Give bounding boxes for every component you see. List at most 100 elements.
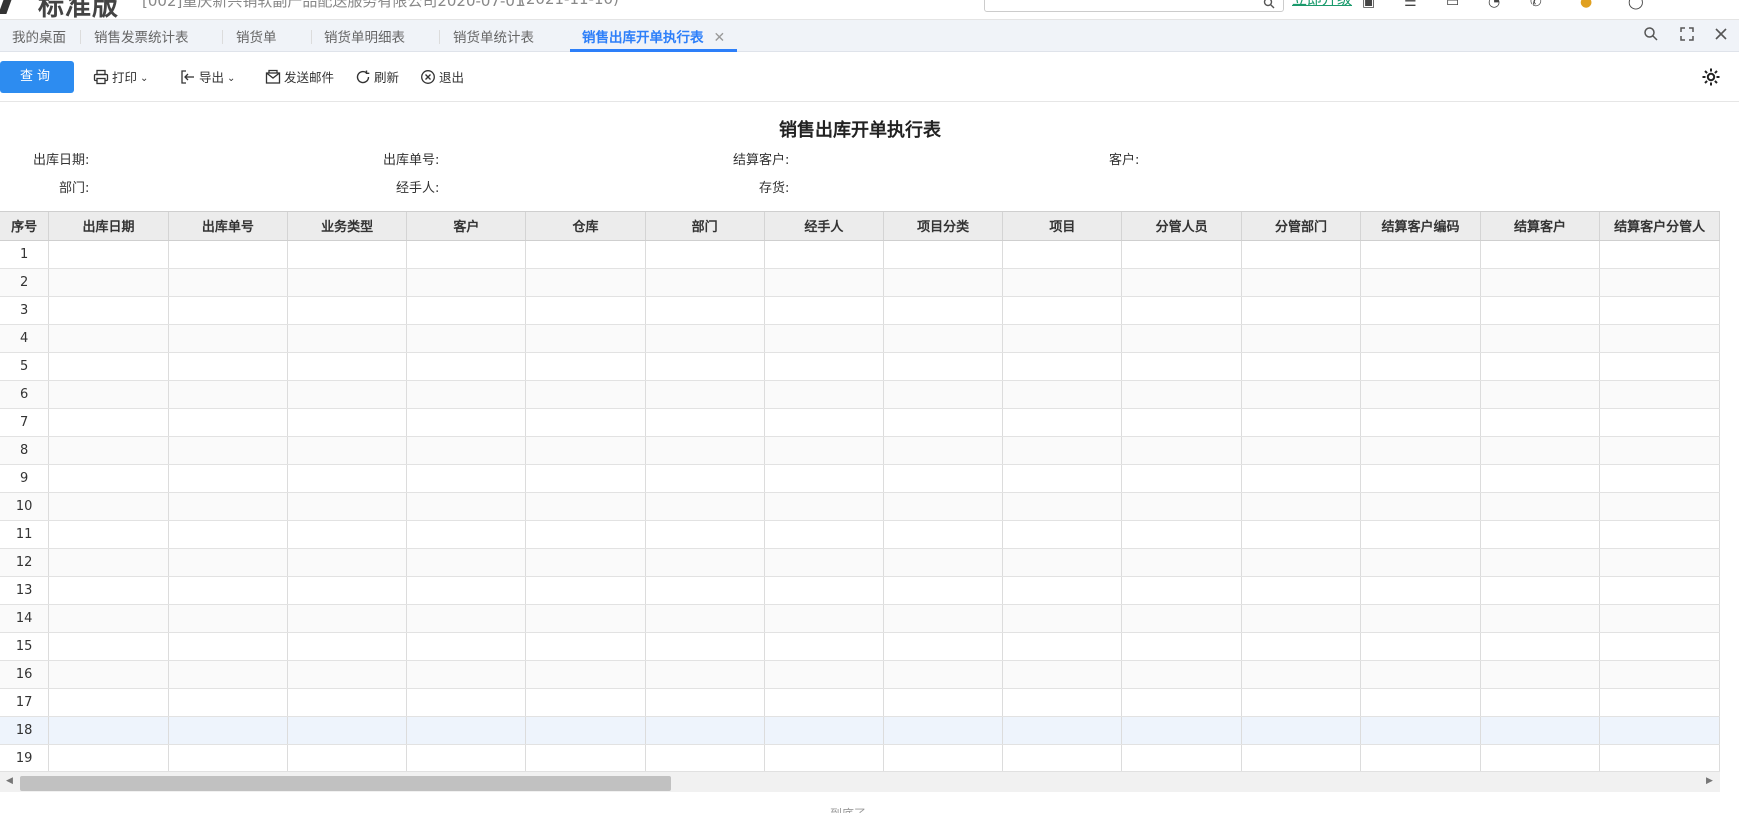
table-cell[interactable]: [168, 548, 289, 577]
search-input[interactable]: [984, 0, 1284, 12]
table-cell[interactable]: [645, 324, 765, 353]
export-button[interactable]: 导出 ⌄: [180, 68, 235, 88]
table-cell[interactable]: [406, 632, 527, 661]
table-cell[interactable]: [1002, 268, 1123, 297]
table-cell[interactable]: [287, 436, 408, 465]
row-number-cell[interactable]: 18: [0, 716, 50, 745]
table-cell[interactable]: [48, 436, 169, 465]
table-cell[interactable]: [883, 436, 1004, 465]
column-header[interactable]: 出库日期: [48, 212, 169, 241]
table-cell[interactable]: [883, 716, 1004, 745]
table-cell[interactable]: [764, 492, 884, 521]
table-cell[interactable]: [1480, 352, 1601, 381]
table-cell[interactable]: [1480, 240, 1601, 269]
table-cell[interactable]: [1599, 464, 1720, 493]
table-cell[interactable]: [1002, 240, 1123, 269]
table-row[interactable]: 4: [0, 324, 1720, 353]
table-cell[interactable]: [525, 716, 646, 745]
table-cell[interactable]: [1241, 632, 1362, 661]
table-cell[interactable]: [406, 520, 527, 549]
table-cell[interactable]: [287, 464, 408, 493]
table-row[interactable]: 2: [0, 268, 1720, 297]
table-cell[interactable]: [1121, 352, 1242, 381]
table-cell[interactable]: [883, 464, 1004, 493]
table-cell[interactable]: [1599, 352, 1720, 381]
table-cell[interactable]: [287, 744, 408, 771]
table-cell[interactable]: [168, 324, 289, 353]
column-header[interactable]: 结算客户分管人: [1599, 212, 1720, 241]
table-cell[interactable]: [1480, 632, 1601, 661]
row-number-cell[interactable]: 17: [0, 688, 50, 717]
table-cell[interactable]: [883, 632, 1004, 661]
table-cell[interactable]: [525, 688, 646, 717]
table-cell[interactable]: [1360, 352, 1481, 381]
table-cell[interactable]: [645, 604, 765, 633]
table-cell[interactable]: [1241, 268, 1362, 297]
row-number-cell[interactable]: 15: [0, 632, 50, 661]
column-header[interactable]: 分管部门: [1241, 212, 1362, 241]
table-cell[interactable]: [525, 296, 646, 325]
help-icon[interactable]: ◯: [1628, 0, 1644, 10]
column-header[interactable]: 分管人员: [1121, 212, 1242, 241]
table-cell[interactable]: [406, 324, 527, 353]
table-cell[interactable]: [1121, 576, 1242, 605]
table-cell[interactable]: [764, 604, 884, 633]
table-cell[interactable]: [1241, 576, 1362, 605]
table-cell[interactable]: [1599, 324, 1720, 353]
table-cell[interactable]: [645, 268, 765, 297]
table-cell[interactable]: [525, 436, 646, 465]
row-number-cell[interactable]: 14: [0, 604, 50, 633]
table-cell[interactable]: [168, 436, 289, 465]
table-cell[interactable]: [1599, 492, 1720, 521]
table-cell[interactable]: [1480, 716, 1601, 745]
table-row[interactable]: 15: [0, 632, 1720, 661]
scroll-left-arrow-icon[interactable]: ◀: [6, 776, 13, 786]
table-cell[interactable]: [883, 492, 1004, 521]
send-email-button[interactable]: 发送邮件: [265, 68, 334, 88]
table-cell[interactable]: [48, 716, 169, 745]
table-row[interactable]: 8: [0, 436, 1720, 465]
table-cell[interactable]: [1360, 464, 1481, 493]
table-cell[interactable]: [1241, 240, 1362, 269]
table-cell[interactable]: [1360, 576, 1481, 605]
table-cell[interactable]: [525, 380, 646, 409]
table-row[interactable]: 11: [0, 520, 1720, 549]
exit-button[interactable]: 退出: [420, 68, 464, 88]
table-cell[interactable]: [287, 296, 408, 325]
table-cell[interactable]: [1002, 716, 1123, 745]
row-number-cell[interactable]: 11: [0, 520, 50, 549]
table-cell[interactable]: [525, 604, 646, 633]
row-number-cell[interactable]: 10: [0, 492, 50, 521]
list-icon[interactable]: ☰: [1404, 0, 1420, 10]
table-cell[interactable]: [1360, 688, 1481, 717]
table-cell[interactable]: [645, 492, 765, 521]
table-cell[interactable]: [1480, 576, 1601, 605]
row-number-cell[interactable]: 5: [0, 352, 50, 381]
table-cell[interactable]: [1599, 632, 1720, 661]
table-cell[interactable]: [645, 464, 765, 493]
table-cell[interactable]: [168, 464, 289, 493]
table-cell[interactable]: [48, 492, 169, 521]
table-cell[interactable]: [1360, 716, 1481, 745]
table-row[interactable]: 6: [0, 380, 1720, 409]
table-row[interactable]: 9: [0, 464, 1720, 493]
table-cell[interactable]: [1480, 744, 1601, 771]
table-cell[interactable]: [1360, 380, 1481, 409]
table-row[interactable]: 13: [0, 576, 1720, 605]
table-cell[interactable]: [645, 688, 765, 717]
row-number-cell[interactable]: 2: [0, 268, 50, 297]
table-cell[interactable]: [1002, 520, 1123, 549]
table-cell[interactable]: [1241, 380, 1362, 409]
table-cell[interactable]: [883, 548, 1004, 577]
table-cell[interactable]: [883, 380, 1004, 409]
table-cell[interactable]: [525, 576, 646, 605]
scroll-right-arrow-icon[interactable]: ▶: [1706, 776, 1713, 786]
table-cell[interactable]: [1002, 296, 1123, 325]
table-cell[interactable]: [645, 744, 765, 771]
table-cell[interactable]: [287, 240, 408, 269]
table-row[interactable]: 16: [0, 660, 1720, 689]
table-cell[interactable]: [645, 352, 765, 381]
table-cell[interactable]: [1241, 464, 1362, 493]
table-row[interactable]: 12: [0, 548, 1720, 577]
table-cell[interactable]: [1241, 520, 1362, 549]
